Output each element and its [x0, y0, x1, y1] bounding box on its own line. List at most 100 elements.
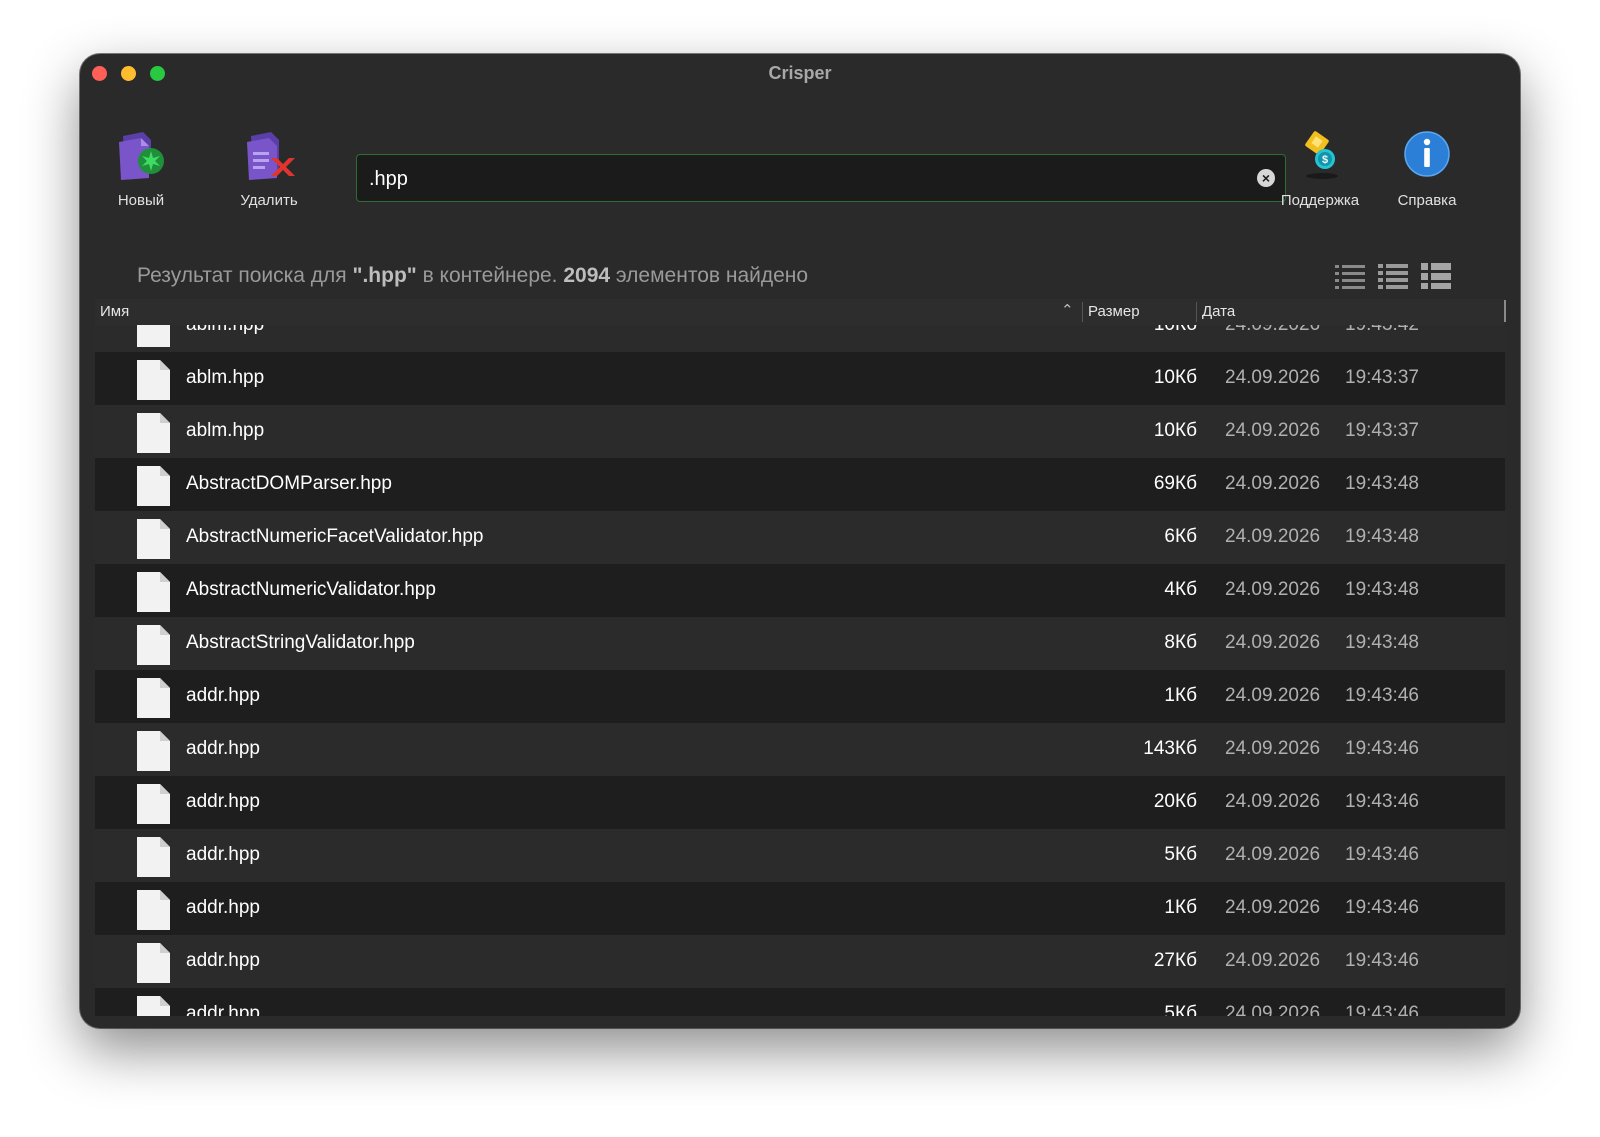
file-list[interactable]: ablm.hpp10Кб24.09.202619:43:42ablm.hpp10… — [95, 325, 1505, 1016]
file-size: 6 — [1164, 526, 1175, 547]
file-size-unit: Кб — [1175, 844, 1197, 865]
file-row[interactable]: AbstractDOMParser.hpp 69 Кб 24.09.2026 19:43… — [95, 458, 1505, 511]
file-size: 20 — [1153, 791, 1175, 812]
file-date: 24.09.2026 — [1225, 685, 1321, 706]
file-size: 5 — [1164, 1003, 1175, 1016]
file-name: ablm.hpp — [186, 420, 265, 441]
file-date: 24.09.2026 — [1225, 791, 1321, 812]
file-row[interactable]: AbstractStringValidator.hpp 8 Кб 24.09.2026… — [95, 617, 1505, 670]
file-time: 19:43:46 — [1345, 844, 1419, 865]
delete-button-label: Удалить — [240, 192, 298, 209]
file-size: 5 — [1164, 844, 1175, 865]
file-size: 143 — [1143, 738, 1175, 759]
file-row[interactable]: ablm.hpp 10 Кб 24.09.2026 19:43:37 — [95, 352, 1505, 405]
sort-ascending-icon[interactable]: ⌃ — [1061, 301, 1074, 319]
file-date: 24.09.2026 — [1225, 738, 1321, 759]
file-row[interactable]: addr.hpp 1 Кб 24.09.2026 19:43:46 — [95, 670, 1505, 723]
file-size-unit: Кб — [1175, 738, 1197, 759]
file-time: 19:43:48 — [1345, 579, 1419, 600]
large-list-view-icon[interactable] — [1421, 262, 1451, 290]
document-icon — [137, 678, 170, 718]
file-row[interactable]: addr.hpp 5 Кб 24.09.2026 19:43:46 — [95, 829, 1505, 882]
document-icon — [137, 996, 170, 1016]
file-time: 19:43:46 — [1345, 738, 1419, 759]
file-date: 24.09.2026 — [1225, 632, 1321, 653]
file-name: addr.hpp — [186, 738, 260, 759]
file-name: AbstractNumericFacetValidator.hpp — [186, 526, 484, 547]
search-input[interactable] — [367, 155, 1231, 203]
new-button[interactable]: Новый — [86, 128, 196, 209]
document-icon — [137, 943, 170, 983]
search-field[interactable]: × — [356, 154, 1286, 203]
file-time: 19:43:46 — [1345, 791, 1419, 812]
file-size-unit: Кб — [1175, 632, 1197, 653]
file-name: addr.hpp — [186, 791, 260, 812]
file-time: 19:43:46 — [1345, 950, 1419, 971]
file-size-unit: Кб — [1175, 791, 1197, 812]
titlebar: Crisper — [80, 54, 1520, 94]
file-row[interactable]: addr.hpp 27 Кб 24.09.2026 19:43:46 — [95, 935, 1505, 988]
detailed-list-view-icon[interactable] — [1378, 262, 1408, 290]
file-size-unit: Кб — [1175, 367, 1197, 388]
column-size-header[interactable]: Размер — [1088, 303, 1140, 320]
file-size-unit: Кб — [1175, 897, 1197, 918]
file-name: AbstractDOMParser.hpp — [186, 473, 392, 494]
support-button-label: Поддержка — [1280, 192, 1360, 209]
file-list-rows: ablm.hpp10Кб24.09.202619:43:42ablm.hpp10… — [95, 325, 1505, 1016]
column-divider[interactable] — [1082, 302, 1083, 322]
file-date: 24.09.2026 — [1225, 950, 1321, 971]
document-icon — [137, 837, 170, 877]
file-date: 24.09.2026 — [1225, 1003, 1321, 1016]
file-date: 24.09.2026 — [1225, 579, 1321, 600]
new-button-label: Новый — [117, 192, 165, 209]
file-row[interactable]: ablm.hpp 10 Кб 24.09.2026 19:43:37 — [95, 405, 1505, 458]
file-size-unit: Кб — [1175, 420, 1197, 441]
file-size-unit: Кб — [1175, 325, 1197, 336]
file-name: ablm.hpp — [186, 325, 264, 336]
file-row[interactable]: addr.hpp 143 Кб 24.09.2026 19:43:46 — [95, 723, 1505, 776]
document-icon — [137, 519, 170, 559]
file-time: 19:43:46 — [1345, 897, 1419, 918]
column-divider[interactable] — [1196, 302, 1197, 322]
document-icon — [137, 784, 170, 824]
file-row[interactable]: addr.hpp 5 Кб 24.09.2026 19:43:46 — [95, 988, 1505, 1016]
file-name: addr.hpp — [186, 844, 260, 865]
file-size: 10 — [1154, 325, 1175, 336]
file-row[interactable]: addr.hpp 20 Кб 24.09.2026 19:43:46 — [95, 776, 1505, 829]
file-time: 19:43:37 — [1345, 367, 1419, 388]
file-date: 24.09.2026 — [1225, 420, 1321, 441]
help-button[interactable]: Справка — [1372, 128, 1482, 209]
file-name: AbstractStringValidator.hpp — [186, 632, 415, 653]
status-count: 2094 — [563, 264, 611, 287]
file-row[interactable]: addr.hpp 1 Кб 24.09.2026 19:43:46 — [95, 882, 1505, 935]
document-icon — [137, 325, 170, 347]
file-row[interactable]: AbstractNumericFacetValidator.hpp 6 Кб 24.0… — [95, 511, 1505, 564]
document-icon — [137, 413, 170, 453]
file-name: addr.hpp — [186, 897, 260, 918]
file-date: 24.09.2026 — [1225, 325, 1320, 336]
file-time: 19:43:48 — [1345, 473, 1419, 494]
status-middle: в контейнере. — [416, 264, 564, 287]
status-prefix: Результат поиска для — [137, 264, 353, 287]
svg-text:$: $ — [1322, 154, 1328, 166]
file-size: 8 — [1164, 632, 1175, 653]
delete-button[interactable]: Удалить — [214, 128, 324, 209]
document-icon — [137, 360, 170, 400]
file-name: addr.hpp — [186, 1003, 260, 1016]
file-size: 4 — [1164, 579, 1175, 600]
file-size: 10 — [1153, 420, 1175, 441]
app-window: Crisper Новый Удалить × — [80, 54, 1520, 1028]
file-size-unit: Кб — [1175, 473, 1197, 494]
list-view-icon[interactable] — [1335, 262, 1365, 290]
file-date: 24.09.2026 — [1225, 526, 1321, 547]
support-button[interactable]: $ Поддержка — [1265, 128, 1375, 209]
file-row[interactable]: AbstractNumericValidator.hpp 4 Кб 24.09.202… — [95, 564, 1505, 617]
document-icon — [137, 466, 170, 506]
file-size: 1 — [1164, 897, 1175, 918]
file-time: 19:43:42 — [1345, 325, 1419, 336]
file-time: 19:43:46 — [1345, 685, 1419, 706]
column-name-header[interactable]: Имя — [100, 303, 129, 320]
file-name: addr.hpp — [186, 685, 260, 706]
column-date-header[interactable]: Дата — [1202, 303, 1235, 320]
file-row[interactable]: ablm.hpp 10Кб 24.09.2026 19:43:42 — [95, 325, 1505, 352]
